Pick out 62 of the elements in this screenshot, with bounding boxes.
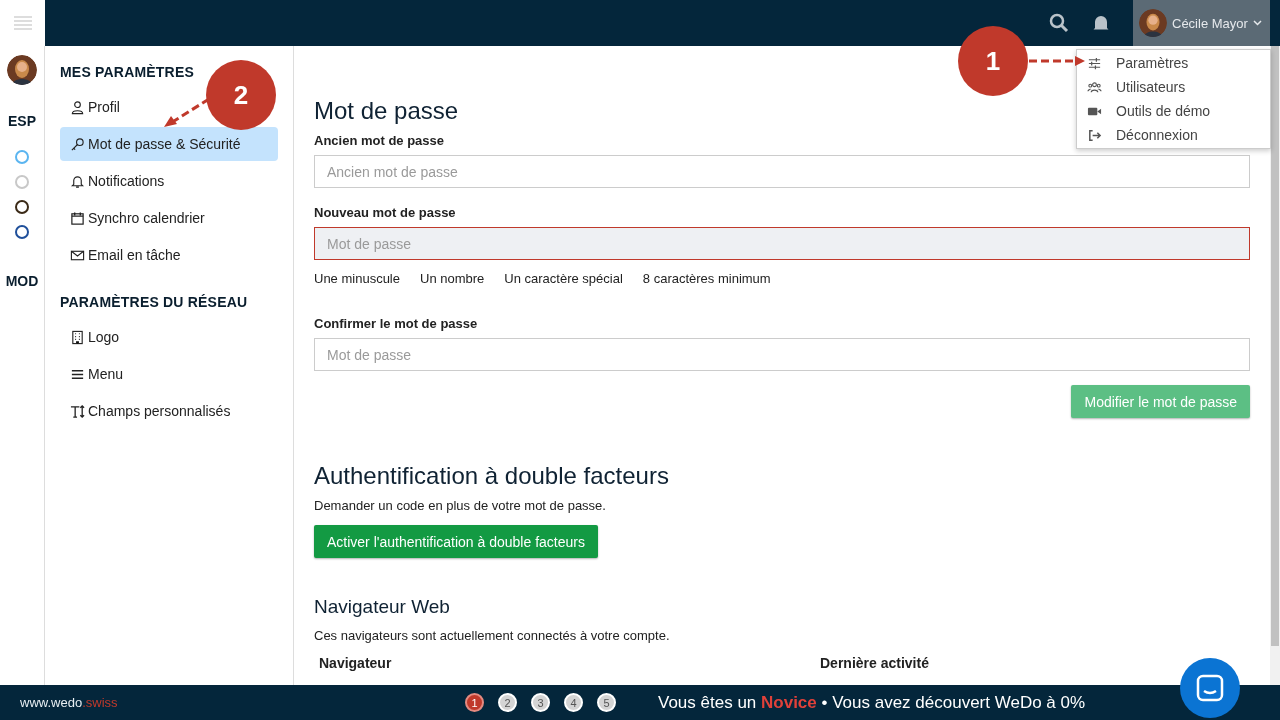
sidebar-item[interactable]: Email en tâche bbox=[60, 238, 278, 272]
sidebar-item[interactable]: Mot de passe & Sécurité bbox=[60, 127, 278, 161]
sidebar-item[interactable]: Menu bbox=[60, 357, 278, 391]
password-rule: 8 caractères minimum bbox=[642, 271, 771, 286]
chat-button[interactable] bbox=[1180, 658, 1240, 718]
dropdown-option[interactable]: Outils de démo bbox=[1077, 99, 1270, 123]
step-indicator[interactable]: 2 bbox=[498, 693, 517, 712]
search-icon[interactable] bbox=[1049, 13, 1069, 33]
key-icon bbox=[70, 136, 85, 152]
description: Demander un code en plus de votre mot de passe. bbox=[314, 498, 607, 513]
section-title: Navigateur Web bbox=[314, 596, 450, 618]
step-indicator[interactable]: 5 bbox=[597, 693, 616, 712]
password-rule: Un nombre bbox=[420, 271, 485, 286]
site-url[interactable]: www.wedo.swiss bbox=[0, 695, 465, 710]
step-indicator[interactable]: 4 bbox=[564, 693, 583, 712]
calendar-icon bbox=[70, 210, 85, 226]
step-indicator[interactable]: 1 bbox=[465, 693, 484, 712]
password-rule: Un caractère spécial bbox=[504, 271, 623, 286]
section-title: Mot de passe bbox=[314, 97, 459, 125]
user-icon bbox=[70, 99, 85, 115]
step-indicator[interactable]: 3 bbox=[531, 693, 550, 712]
building-icon bbox=[70, 329, 85, 345]
description: Ces navigateurs sont actuellement connectés à votre compte. bbox=[314, 628, 671, 643]
avatar bbox=[7, 55, 37, 85]
dropdown-option[interactable]: Utilisateurs bbox=[1077, 75, 1270, 99]
section-title: Authentification à double facteurs bbox=[314, 462, 669, 490]
chat-icon bbox=[1196, 674, 1224, 702]
dropdown-option[interactable]: Déconnexion bbox=[1077, 123, 1270, 147]
sidebar-heading: MES PARAMÈTRES bbox=[60, 64, 195, 80]
bell-icon[interactable] bbox=[1091, 13, 1111, 33]
field-label: Confirmer le mot de passe bbox=[314, 316, 478, 331]
avatar bbox=[1139, 9, 1167, 37]
user-menu-button[interactable]: Cécile Mayor bbox=[1133, 0, 1270, 46]
callout-badge: 2 bbox=[206, 60, 276, 130]
chevron-down-icon bbox=[1252, 20, 1262, 26]
section-label: ESP bbox=[8, 113, 36, 129]
field-label: Ancien mot de passe bbox=[314, 133, 445, 148]
callout-arrow bbox=[1029, 56, 1085, 66]
sidebar-item[interactable]: Logo bbox=[60, 320, 278, 354]
sidebar-item[interactable]: Champs personnalisés bbox=[60, 394, 278, 428]
sidebar-heading: PARAMÈTRES DU RÉSEAU bbox=[60, 294, 249, 310]
callout-arrow bbox=[164, 98, 210, 127]
text-height-icon bbox=[70, 403, 85, 419]
enable-2fa-button[interactable]: Activer l'authentification à double facteurs bbox=[314, 525, 598, 558]
callout-badge: 1 bbox=[958, 26, 1028, 96]
users-icon bbox=[1087, 79, 1102, 95]
password-field[interactable]: Mot de passe bbox=[314, 227, 1250, 260]
section-label: MOD bbox=[5, 273, 39, 289]
dropdown-option[interactable]: Paramètres bbox=[1077, 51, 1270, 75]
space-dot[interactable] bbox=[15, 225, 29, 239]
password-rule: Une minuscule bbox=[314, 271, 400, 286]
column-header: Navigateur bbox=[319, 655, 393, 671]
bell-icon bbox=[70, 173, 85, 189]
field-label: Nouveau mot de passe bbox=[314, 205, 456, 220]
sidebar-item[interactable]: Synchro calendrier bbox=[60, 201, 278, 235]
logout-icon bbox=[1087, 127, 1102, 143]
column-header: Dernière activité bbox=[820, 655, 929, 671]
progress-message: Vous êtes un Novice • Vous avez découvert WeDo à 0% bbox=[658, 692, 1086, 713]
space-dot[interactable] bbox=[15, 200, 29, 214]
sliders-icon bbox=[1087, 55, 1102, 71]
space-dot[interactable] bbox=[15, 150, 29, 164]
sidebar-item[interactable]: Notifications bbox=[60, 164, 278, 198]
